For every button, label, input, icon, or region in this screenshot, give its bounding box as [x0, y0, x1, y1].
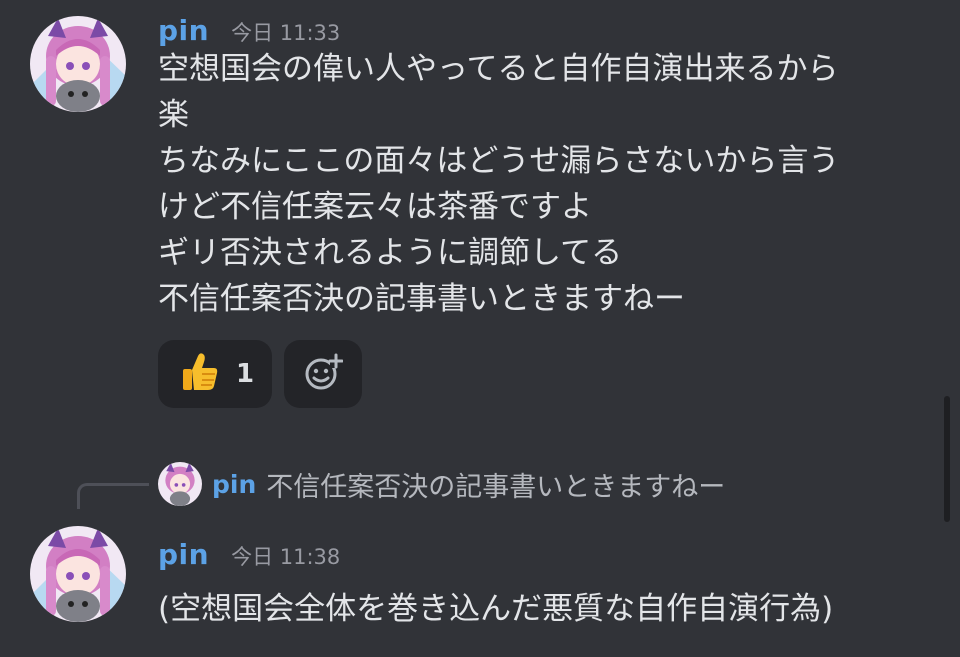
- avatar[interactable]: [30, 526, 126, 622]
- message-line: 不信任案否決の記事書いときますねー: [158, 281, 685, 317]
- avatar[interactable]: [30, 16, 126, 112]
- author-name[interactable]: pin: [158, 538, 209, 571]
- reply-preview[interactable]: pin 不信任案否決の記事書いときますねー: [158, 462, 725, 506]
- message-line: ギリ否決されるように調節してる: [158, 235, 623, 271]
- scrollbar[interactable]: [944, 396, 950, 522]
- reaction-bar: 1: [158, 340, 362, 408]
- reaction-thumbs-up[interactable]: 1: [158, 340, 272, 408]
- message-line: けど不信任案云々は茶番ですよ: [158, 189, 592, 225]
- reply-text[interactable]: 不信任案否決の記事書いときますねー: [266, 465, 725, 504]
- reply-spine: [77, 483, 149, 509]
- thumbs-up-icon: [178, 350, 222, 398]
- reaction-count: 1: [236, 359, 255, 389]
- message-line: (空想国会全体を巻き込んだ悪質な自作自演行為): [158, 591, 834, 627]
- add-reaction-button[interactable]: [284, 340, 362, 408]
- timestamp: 今日 11:38: [231, 545, 341, 569]
- message-content: (空想国会全体を巻き込んだ悪質な自作自演行為): [158, 586, 948, 632]
- message-line: 空想国会の偉い人やってると自作自演出来るから: [158, 51, 839, 87]
- reply-author[interactable]: pin: [212, 470, 256, 499]
- reply-avatar: [158, 462, 202, 506]
- author-name[interactable]: pin: [158, 14, 209, 47]
- add-reaction-icon: [303, 352, 344, 396]
- message-line: ちなみにここの面々はどうせ漏らさないから言う: [158, 143, 840, 179]
- message-line: 楽: [158, 97, 189, 133]
- message-content: 空想国会の偉い人やってると自作自演出来るから 楽 ちなみにここの面々はどうせ漏ら…: [158, 46, 948, 322]
- timestamp: 今日 11:33: [231, 21, 341, 45]
